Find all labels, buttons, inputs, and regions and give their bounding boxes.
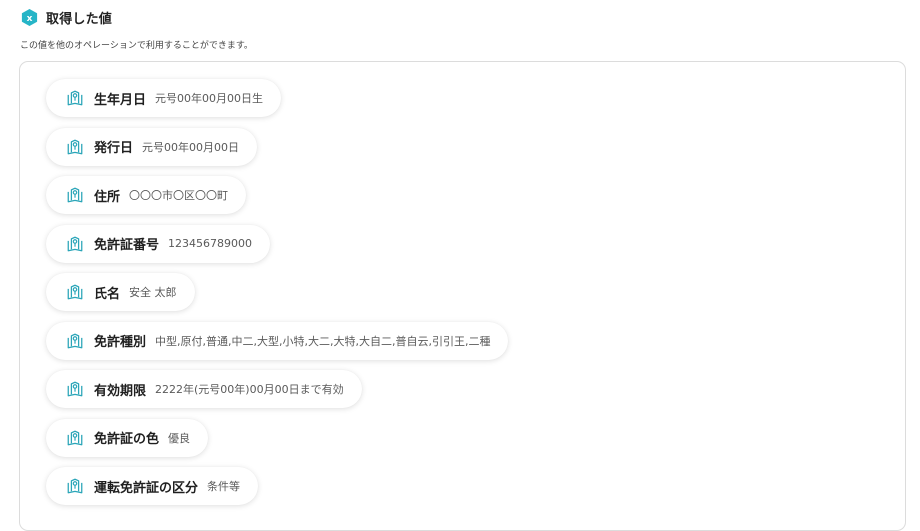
output-value-chip[interactable]: 運転免許証の区分 条件等	[46, 467, 259, 505]
chip-label: 免許証番号	[94, 238, 160, 253]
description-text: この値を他のオペレーションで利用することができます。	[20, 41, 253, 51]
book-variable-icon	[67, 478, 83, 494]
output-value-chip[interactable]: 免許種別 中型,原付,普通,中二,大型,小特,大二,大特,大自二,普自云,引引王,…	[46, 321, 509, 360]
output-values-panel: 生年月日 元号00年00月00日生 発行日 元号00年00月00日 住所 〇〇〇市〇区〇〇…	[19, 61, 906, 531]
chip-value: 安全 太郎	[129, 286, 177, 299]
output-header: x 取得した値	[20, 7, 112, 27]
chip-value: 元号00年00月00日	[142, 140, 240, 154]
output-value-chip[interactable]: 免許証番号 123456789000	[46, 224, 270, 263]
output-values-list: 生年月日 元号00年00月00日生 発行日 元号00年00月00日 住所 〇〇〇市〇区〇〇…	[46, 79, 509, 516]
chip-label: 免許証の色	[94, 432, 160, 447]
book-variable-icon	[67, 430, 83, 445]
chip-label: 有効期限	[94, 383, 147, 399]
header-title: 取得した値	[46, 11, 113, 27]
chip-value: 優良	[168, 431, 191, 445]
output-value-chip[interactable]: 有効期限 2222年(元号00年)00月00日まで有効	[46, 370, 362, 408]
svg-text:x: x	[27, 13, 33, 23]
output-value-chip[interactable]: 住所 〇〇〇市〇区〇〇町	[46, 176, 247, 214]
chip-label: 免許種別	[94, 335, 147, 350]
chip-label: 生年月日	[94, 92, 147, 108]
book-variable-icon	[67, 90, 83, 106]
chip-value: 〇〇〇市〇区〇〇町	[129, 189, 229, 202]
chip-value: 2222年(元号00年)00月00日まで有効	[155, 383, 344, 396]
x-variable-badge-icon: x	[21, 8, 38, 26]
chip-value: 中型,原付,普通,中二,大型,小特,大二,大特,大自二,普自云,引引王,二種	[155, 334, 491, 348]
chip-value: 123456789000	[168, 237, 252, 250]
book-variable-icon	[67, 284, 83, 300]
output-value-chip[interactable]: 発行日 元号00年00月00日	[46, 127, 258, 166]
chip-value: 元号00年00月00日生	[155, 92, 264, 105]
output-value-chip[interactable]: 免許証の色 優良	[46, 418, 209, 457]
output-value-chip[interactable]: 生年月日 元号00年00月00日生	[46, 79, 282, 117]
book-variable-icon	[67, 187, 83, 203]
chip-label: 氏名	[94, 286, 121, 302]
chip-label: 住所	[94, 189, 121, 205]
book-variable-icon	[67, 139, 83, 154]
book-variable-icon	[67, 381, 83, 397]
output-value-chip[interactable]: 氏名 安全 太郎	[46, 273, 195, 311]
chip-label: 運転免許証の区分	[94, 480, 199, 496]
chip-value: 条件等	[207, 480, 241, 493]
book-variable-icon	[67, 236, 83, 251]
book-variable-icon	[67, 333, 83, 348]
chip-label: 発行日	[94, 141, 134, 156]
